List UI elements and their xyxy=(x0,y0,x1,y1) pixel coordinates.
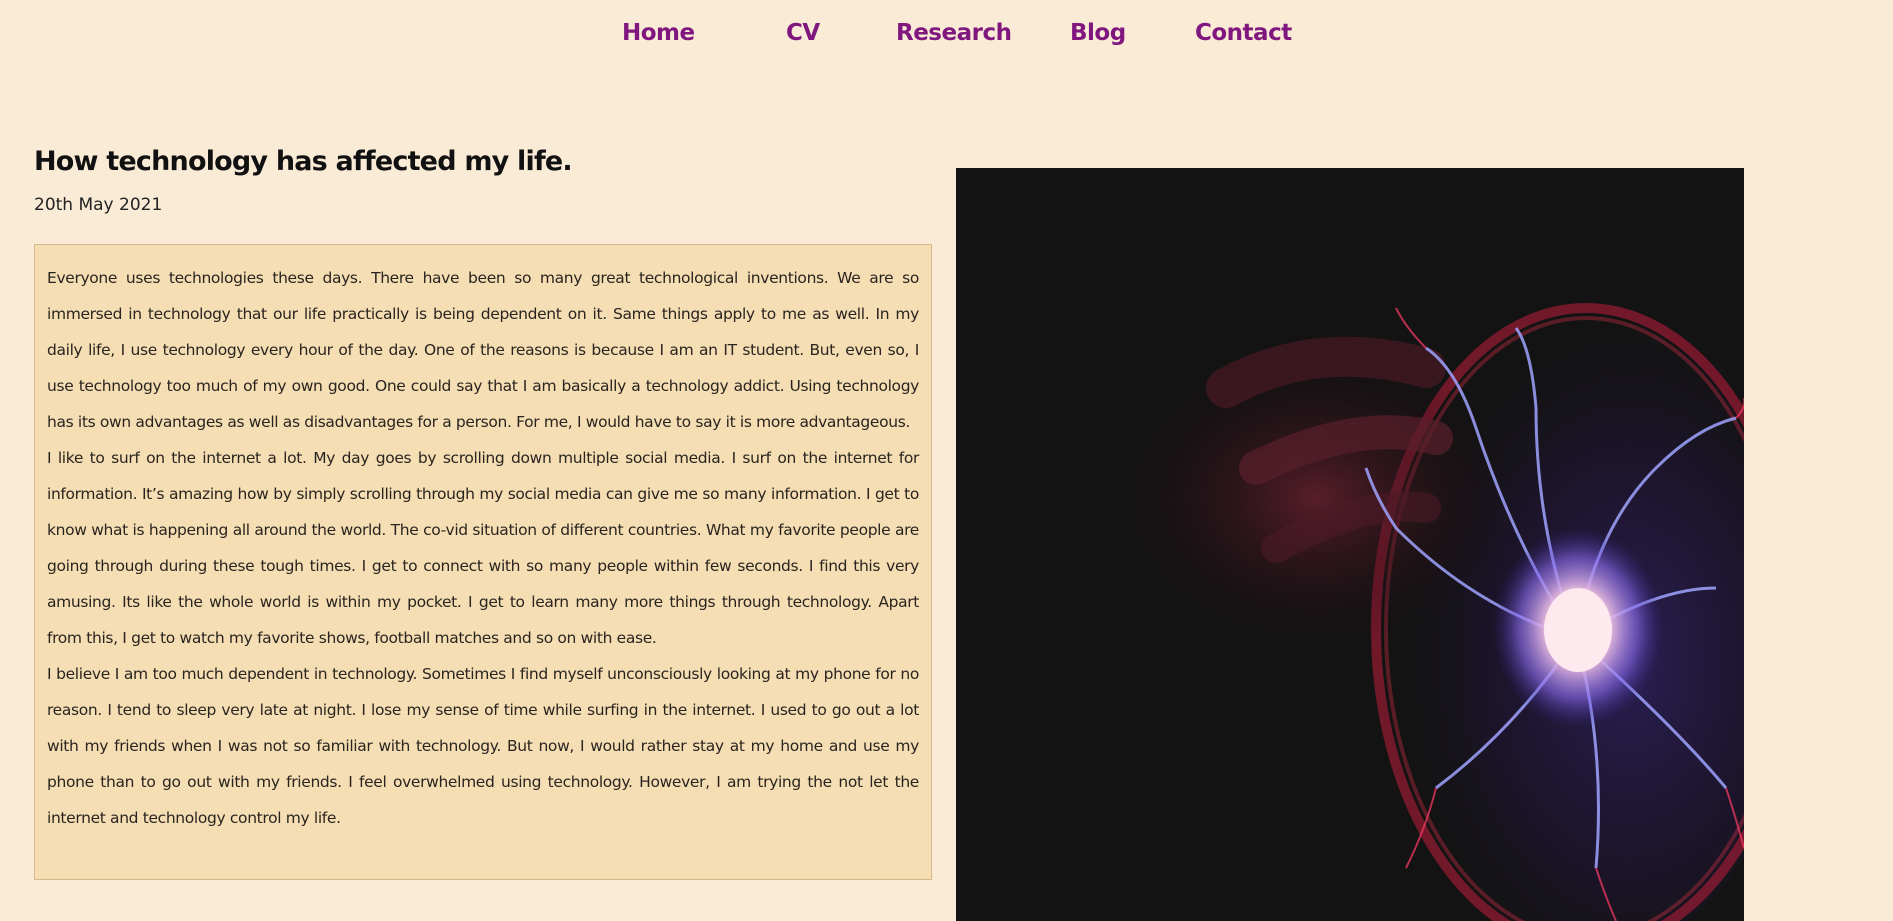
nav-link-home[interactable]: Home xyxy=(622,20,695,46)
post-date: 20th May 2021 xyxy=(34,195,163,215)
post-title: How technology has affected my life. xyxy=(34,146,573,177)
nav-link-cv[interactable]: CV xyxy=(786,20,820,46)
post-paragraph: I like to surf on the internet a lot. My… xyxy=(47,449,919,647)
plasma-ball-illustration xyxy=(956,168,1744,921)
post-paragraph: I believe I am too much dependent in tec… xyxy=(47,665,919,827)
post-paragraph: Everyone uses technologies these days. T… xyxy=(47,269,919,431)
nav-link-research[interactable]: Research xyxy=(896,20,1012,46)
top-navigation: Home CV Research Blog Contact xyxy=(0,0,1893,72)
nav-link-blog[interactable]: Blog xyxy=(1070,20,1126,46)
nav-link-contact[interactable]: Contact xyxy=(1195,20,1292,46)
plasma-ball-image xyxy=(956,168,1744,921)
post-body: Everyone uses technologies these days. T… xyxy=(34,244,932,880)
